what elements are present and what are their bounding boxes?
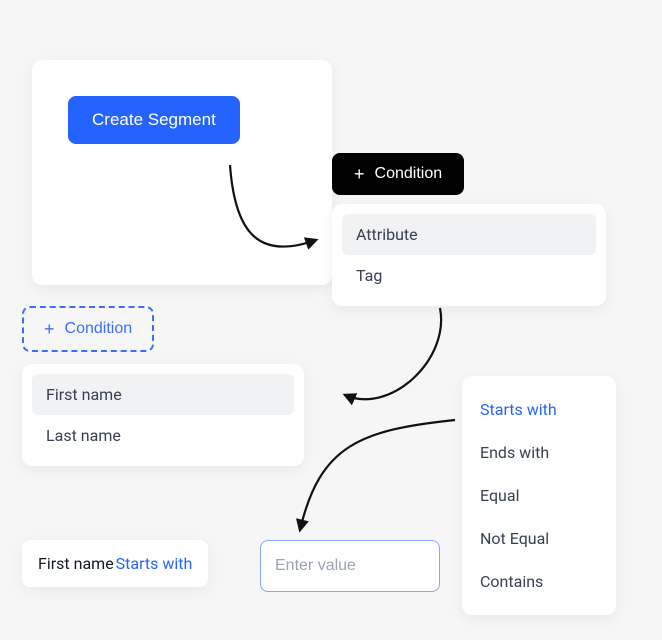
- arrow-3: [300, 420, 455, 530]
- summary-attribute: First name: [38, 554, 114, 573]
- condition-summary: First name Starts with: [22, 540, 208, 587]
- menu-item-first-name[interactable]: First name: [32, 374, 294, 415]
- add-condition-button-dashed[interactable]: + Condition: [22, 306, 154, 352]
- menu-item-contains[interactable]: Contains: [470, 560, 608, 603]
- add-condition-button-dark[interactable]: + Condition: [332, 153, 464, 195]
- add-condition-label: Condition: [65, 320, 133, 338]
- value-input[interactable]: [260, 540, 440, 592]
- condition-type-dropdown: Attribute Tag: [332, 204, 606, 306]
- create-segment-button[interactable]: Create Segment: [68, 96, 240, 144]
- menu-item-not-equal[interactable]: Not Equal: [470, 517, 608, 560]
- attribute-dropdown: First name Last name: [22, 364, 304, 466]
- menu-item-last-name[interactable]: Last name: [32, 415, 294, 456]
- arrow-2: [345, 308, 441, 399]
- plus-icon: +: [354, 165, 365, 183]
- create-segment-card: Create Segment: [32, 60, 332, 285]
- add-condition-label: Condition: [375, 165, 443, 183]
- menu-item-equal[interactable]: Equal: [470, 474, 608, 517]
- menu-item-tag[interactable]: Tag: [342, 255, 596, 296]
- menu-item-starts-with[interactable]: Starts with: [470, 388, 608, 431]
- menu-item-ends-with[interactable]: Ends with: [470, 431, 608, 474]
- summary-operator: Starts with: [116, 554, 193, 573]
- operator-dropdown: Starts with Ends with Equal Not Equal Co…: [462, 376, 616, 615]
- menu-item-attribute[interactable]: Attribute: [342, 214, 596, 255]
- plus-icon: +: [44, 320, 55, 338]
